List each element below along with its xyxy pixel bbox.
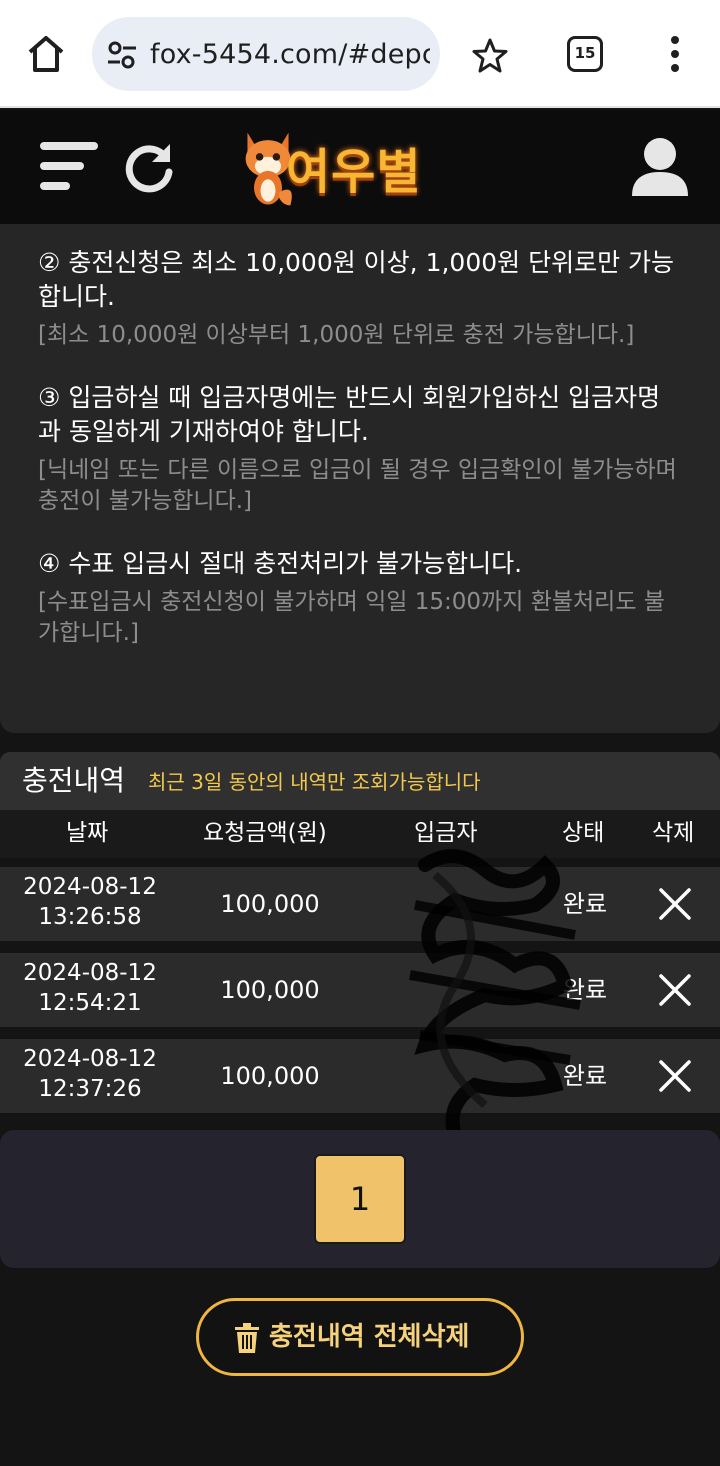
row-time: 13:26:58 [38,904,142,930]
notice-sub-text: [최소 10,000원 이상부터 1,000원 단위로 충전 가능합니다.] [38,322,635,348]
logo-text: 여우별 [286,144,422,200]
column-date: 날짜 [66,820,109,846]
star-icon[interactable] [470,36,510,76]
site-header: 여우별 [0,110,720,224]
row-datetime: 2024-08-12 13:26:58 [0,872,180,932]
delete-all-label: 충전내역 전체삭제 [269,1322,470,1352]
address-bar[interactable]: fox-5454.com/#depc [92,17,440,91]
refresh-icon[interactable] [122,140,176,194]
row-datetime: 2024-08-12 12:37:26 [0,1044,180,1104]
notice-main-text: ② 충전신청은 최소 10,000원 이상, 1,000원 단위로만 가능합니다… [38,248,675,311]
column-status: 상태 [562,820,605,846]
column-delete: 삭제 [652,820,695,846]
column-amount: 요청금액(원) [203,820,327,846]
row-status: 완료 [562,976,608,1004]
row-date: 2024-08-12 [23,874,157,900]
row-time: 12:54:21 [38,990,142,1016]
notice-item: ② 충전신청은 최소 10,000원 이상, 1,000원 단위로만 가능합니다… [38,246,682,351]
delete-all-history-button[interactable]: 충전내역 전체삭제 [196,1298,524,1376]
tune-icon[interactable] [106,39,138,71]
row-amount: 100,000 [220,1062,320,1090]
row-time: 12:37:26 [38,1076,142,1102]
history-header: 충전내역 최근 3일 동안의 내역만 조회가능합니다 [0,752,720,810]
notice-item: ④ 수표 입금시 절대 충전처리가 불가능합니다. [수표입금시 충전신청이 불… [38,547,682,649]
row-datetime: 2024-08-12 12:54:21 [0,958,180,1018]
notice-main-text: ③ 입금하실 때 입금자명에는 반드시 회원가입하신 입금자명과 동일하게 기재… [38,383,661,446]
row-amount: 100,000 [220,976,320,1004]
history-description: 최근 3일 동안의 내역만 조회가능합니다 [148,770,481,794]
row-status: 완료 [562,890,608,918]
row-date: 2024-08-12 [23,1046,157,1072]
notice-sub-text: [수표입금시 충전신청이 불가하며 익일 15:00까지 환불처리도 불가합니다… [38,589,665,646]
close-icon[interactable] [657,1058,693,1094]
close-icon[interactable] [657,886,693,922]
browser-toolbar: fox-5454.com/#depc 15 [0,0,720,108]
notice-sub-text: [닉네임 또는 다른 이름으로 입금이 될 경우 입금확인이 불가능하며 충전이… [38,457,677,514]
user-icon[interactable] [630,136,690,198]
table-row: 2024-08-12 12:37:26 100,000 완료 [0,1039,720,1113]
history-title: 충전내역 [22,764,126,797]
row-amount: 100,000 [220,890,320,918]
close-icon[interactable] [657,972,693,1008]
row-status: 완료 [562,1062,608,1090]
notice-main-text: ④ 수표 입금시 절대 충전처리가 불가능합니다. [38,549,523,578]
trash-icon [235,1323,259,1353]
site-logo[interactable]: 여우별 [240,122,480,214]
deposit-notice-panel: ② 충전신청은 최소 10,000원 이상, 1,000원 단위로만 가능합니다… [0,224,720,733]
more-vert-icon[interactable] [663,34,687,74]
table-row: 2024-08-12 13:26:58 100,000 완료 [0,867,720,941]
page-button-current[interactable]: 1 [314,1154,406,1244]
column-depositor: 입금자 [414,820,478,846]
row-date: 2024-08-12 [23,960,157,986]
pagination: 1 [0,1130,720,1268]
url-text: fox-5454.com/#depc [150,39,430,70]
table-row: 2024-08-12 12:54:21 100,000 완료 [0,953,720,1027]
hamburger-icon[interactable] [40,140,100,192]
home-icon[interactable] [22,30,70,78]
history-table-header: 날짜 요청금액(원) 입금자 상태 삭제 [0,810,720,858]
notice-item: ③ 입금하실 때 입금자명에는 반드시 회원가입하신 입금자명과 동일하게 기재… [38,381,682,517]
tab-switcher-button[interactable]: 15 [567,36,603,72]
